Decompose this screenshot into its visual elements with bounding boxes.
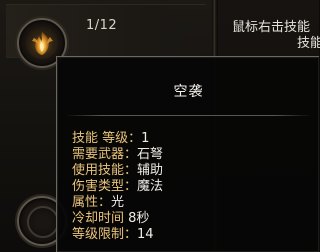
right-click-hint-continued: 技能 (297, 36, 320, 51)
empty-skill-slot-icon[interactable] (27, 206, 59, 238)
attribute-value: 魔法 (137, 179, 164, 194)
skill-tooltip: 空袭 技能 等级：1 需要武器：石弩 使用技能：辅助 伤害类型：魔法 属性：光 … (56, 56, 319, 252)
attribute-label: 需要武器： (72, 147, 138, 162)
attribute-label: 技能 等级： (72, 131, 142, 146)
attribute-value: 光 (111, 195, 125, 210)
attribute-value: 8秒 (128, 211, 150, 226)
tooltip-divider (65, 115, 312, 116)
attribute-value: 辅助 (137, 163, 164, 178)
fire-bird-skill-icon[interactable] (26, 27, 58, 59)
attribute-label: 使用技能： (72, 163, 138, 178)
attribute-value: 石弩 (137, 147, 164, 162)
attribute-skill-level: 技能 等级：1 (72, 131, 163, 147)
skill-attribute-list: 技能 等级：1 需要武器：石弩 使用技能：辅助 伤害类型：魔法 属性：光 冷却时… (72, 131, 163, 243)
attribute-label: 伤害类型： (72, 179, 138, 194)
attribute-label: 冷却时间 (72, 211, 129, 226)
attribute-value: 14 (137, 227, 154, 242)
skill-level-counter: 1/12 (86, 18, 118, 33)
right-click-hint: 鼠标右击技能 (232, 20, 311, 35)
attribute-value: 1 (141, 131, 150, 146)
attribute-damage-type: 伤害类型：魔法 (72, 179, 163, 195)
attribute-required-weapon: 需要武器：石弩 (72, 147, 163, 163)
skill-name: 空袭 (173, 84, 204, 100)
attribute-level-requirement: 等级限制：14 (72, 227, 163, 243)
attribute-use-skill: 使用技能：辅助 (72, 163, 163, 179)
attribute-label: 属性： (72, 195, 112, 210)
attribute-cooldown: 冷却时间 8秒 (72, 211, 163, 227)
attribute-label: 等级限制： (72, 227, 138, 242)
attribute-element: 属性：光 (72, 195, 163, 211)
